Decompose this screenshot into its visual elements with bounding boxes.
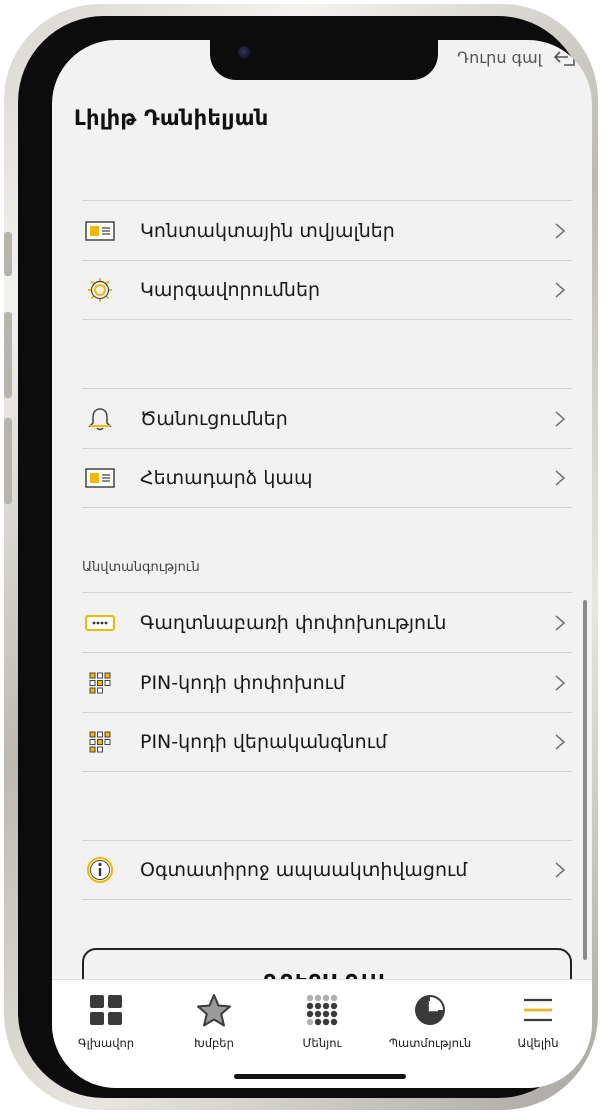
keypad-icon — [84, 667, 116, 699]
menu-item-label: PIN-կոդի վերականգնում — [140, 731, 387, 753]
logout-link[interactable]: Դուրս գալ — [457, 46, 578, 68]
chevron-right-icon — [550, 732, 570, 752]
home-indicator[interactable] — [234, 1074, 406, 1079]
volume-down-button — [4, 418, 12, 504]
menu-item-feedback[interactable]: Հետադարձ կապ — [82, 448, 572, 508]
tab-label: Գլխավոր — [77, 1036, 135, 1050]
star-icon — [194, 992, 234, 1028]
menu-item-label: PIN-կոդի փոփոխում — [140, 671, 345, 694]
history-clock-icon — [410, 992, 450, 1028]
chevron-right-icon — [550, 409, 570, 429]
security-section-header: Անվտանգություն — [82, 560, 200, 575]
chevron-right-icon — [550, 613, 570, 633]
volume-up-button — [4, 312, 12, 398]
menu-item-contact-details[interactable]: Կոնտակտային տվյալներ — [82, 200, 572, 260]
password-field-icon — [84, 607, 116, 639]
screen: Դուրս գալ Լիլիթ Դանիելյան Կոնտակտային տվ… — [52, 40, 592, 1088]
contact-card-icon — [84, 215, 116, 247]
chevron-right-icon — [550, 860, 570, 880]
dashboard-grid-icon — [86, 992, 126, 1028]
chevron-right-icon — [550, 468, 570, 488]
menu-item-notifications[interactable]: Ծանուցումներ — [82, 388, 572, 448]
account-section: Օգտատիրոջ ապաակտիվացում — [82, 840, 572, 900]
chevron-right-icon — [550, 221, 570, 241]
chevron-right-icon — [550, 673, 570, 693]
profile-section: Կոնտակտային տվյալներ Կարգավորումներ — [82, 200, 572, 320]
menu-item-label: Ծանուցումներ — [140, 407, 288, 430]
menu-item-label: Գաղտնաբառի փոփոխություն — [140, 611, 447, 634]
scrollbar[interactable] — [583, 600, 587, 960]
keypad-icon — [84, 726, 116, 758]
logout-link-label: Դուրս գալ — [457, 47, 542, 67]
tab-groups[interactable]: Խմբեր — [160, 980, 268, 1088]
tab-label: Պատմություն — [388, 1036, 472, 1050]
menu-item-label: Կարգավորումներ — [140, 279, 321, 301]
tab-bar: Գլխավոր Խմբեր Մենյու Պատմություն Ավելին — [52, 980, 592, 1088]
tab-history[interactable]: Պատմություն — [376, 980, 484, 1088]
contact-card-icon — [84, 462, 116, 494]
user-name: Լիլիթ Դանիելյան — [74, 106, 269, 130]
menu-item-change-pin[interactable]: PIN-կոդի փոփոխում — [82, 652, 572, 712]
gear-icon — [84, 274, 116, 306]
bell-icon — [84, 403, 116, 435]
hamburger-menu-icon — [518, 992, 558, 1028]
front-camera — [238, 46, 252, 60]
phone-frame: Դուրս գալ Լիլիթ Դանիելյան Կոնտակտային տվ… — [4, 4, 598, 1110]
chevron-right-icon — [550, 280, 570, 300]
menu-item-label: Կոնտակտային տվյալներ — [140, 219, 395, 242]
mute-switch — [4, 232, 12, 276]
dots-grid-icon — [302, 992, 342, 1028]
security-section: Գաղտնաբառի փոփոխություն PIN-կոդի փոփոխու… — [82, 592, 572, 772]
tab-label: Մենյու — [302, 1036, 342, 1050]
tab-home[interactable]: Գլխավոր — [52, 980, 160, 1088]
menu-item-settings[interactable]: Կարգավորումներ — [82, 260, 572, 320]
support-section: Ծանուցումներ Հետադարձ կապ — [82, 388, 572, 508]
info-icon — [84, 854, 116, 886]
tab-label: Ավելին — [517, 1036, 559, 1050]
tab-menu[interactable]: Մենյու — [268, 980, 376, 1088]
menu-item-deactivate-user[interactable]: Օգտատիրոջ ապաակտիվացում — [82, 840, 572, 900]
menu-item-restore-pin[interactable]: PIN-կոդի վերականգնում — [82, 712, 572, 772]
tab-more[interactable]: Ավելին — [484, 980, 592, 1088]
menu-item-label: Հետադարձ կապ — [140, 467, 313, 489]
logout-icon — [553, 48, 575, 66]
menu-item-label: Օգտատիրոջ ապաակտիվացում — [140, 859, 468, 881]
menu-item-change-password[interactable]: Գաղտնաբառի փոփոխություն — [82, 592, 572, 652]
tab-label: Խմբեր — [194, 1036, 234, 1050]
